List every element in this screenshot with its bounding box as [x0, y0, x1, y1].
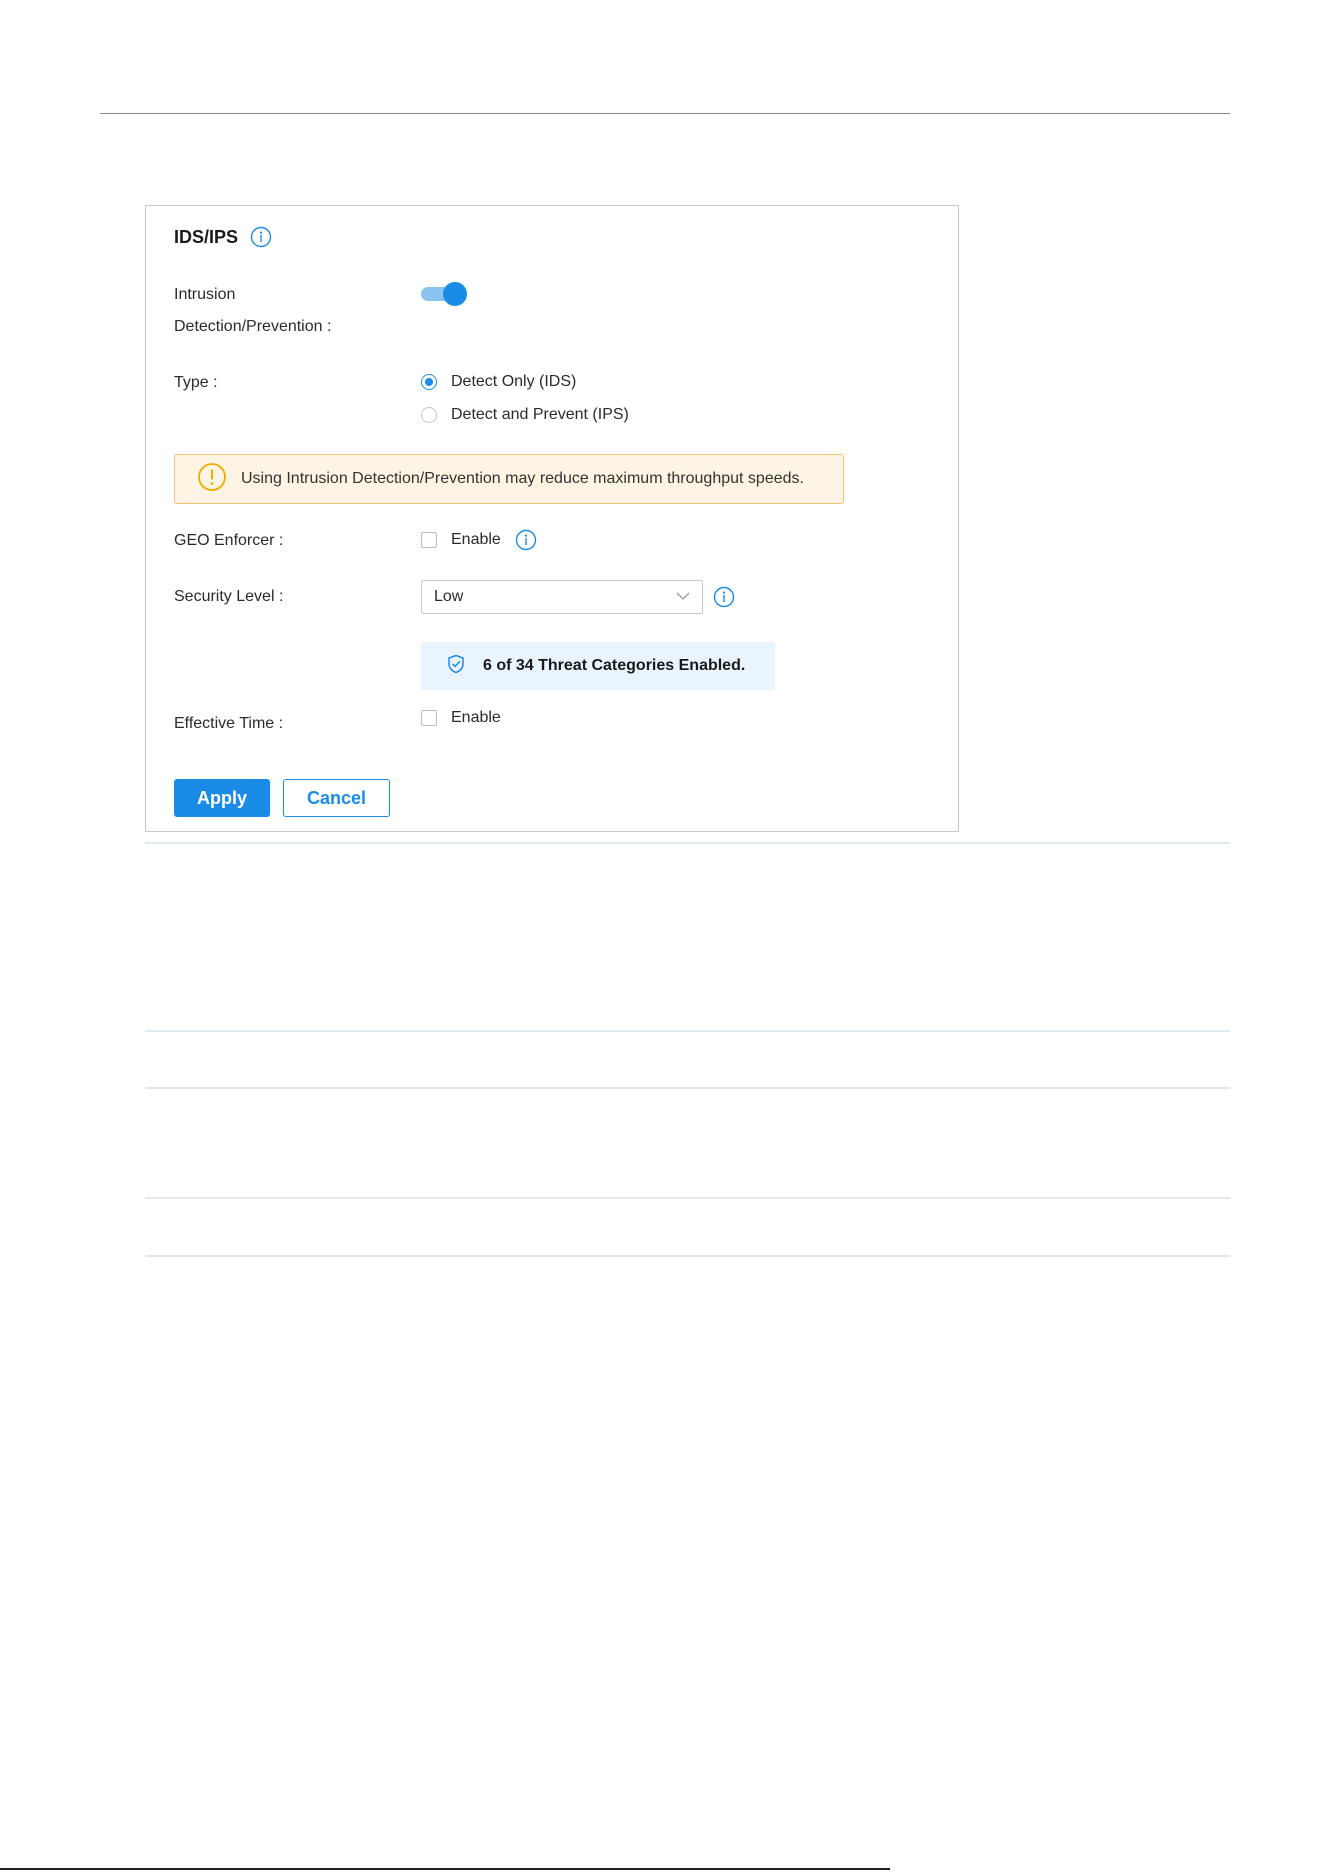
radio-ids[interactable]: [421, 374, 437, 390]
threat-summary-text: 6 of 34 Threat Categories Enabled.: [483, 657, 746, 674]
divider: [145, 1197, 1230, 1199]
security-level-select[interactable]: Low: [421, 580, 703, 614]
info-icon[interactable]: [713, 586, 735, 608]
intrusion-label-line1: Intrusion: [174, 286, 236, 303]
chevron-down-icon: [676, 588, 690, 606]
warning-text: Using Intrusion Detection/Prevention may…: [241, 470, 804, 487]
shield-check-icon: [447, 654, 465, 679]
security-level-value: Low: [434, 588, 464, 605]
panel-header: IDS/IPS: [174, 226, 272, 248]
top-divider: [100, 113, 1230, 114]
effective-time-checkbox[interactable]: [421, 710, 437, 726]
divider: [145, 842, 1230, 844]
divider: [145, 1255, 1230, 1257]
effective-time-enable-label: Enable: [451, 709, 501, 726]
effective-time-label: Effective Time :: [174, 715, 284, 732]
apply-button[interactable]: Apply: [174, 779, 270, 817]
type-option-ips[interactable]: Detect and Prevent (IPS): [421, 406, 629, 424]
geo-label: GEO Enforcer :: [174, 532, 284, 549]
geo-enable-checkbox[interactable]: [421, 532, 437, 548]
info-icon[interactable]: [250, 226, 272, 248]
threat-summary: 6 of 34 Threat Categories Enabled.: [421, 642, 775, 690]
bottom-divider: [0, 1868, 890, 1870]
geo-enable-label: Enable: [451, 531, 501, 548]
radio-ips[interactable]: [421, 407, 437, 423]
warning-icon: [197, 462, 227, 497]
type-option-ids-label: Detect Only (IDS): [451, 373, 577, 390]
type-option-ips-label: Detect and Prevent (IPS): [451, 406, 629, 423]
type-option-ids[interactable]: Detect Only (IDS): [421, 373, 576, 391]
effective-time-enable[interactable]: Enable: [421, 709, 501, 727]
type-label: Type :: [174, 374, 218, 391]
info-icon[interactable]: [515, 529, 537, 551]
geo-enable[interactable]: Enable: [421, 529, 537, 551]
ids-ips-panel: IDS/IPS Intrusion Detection/Prevention :…: [145, 205, 959, 832]
divider: [145, 1087, 1230, 1089]
security-level-label: Security Level :: [174, 588, 284, 605]
toggle-knob: [443, 282, 467, 306]
panel-title: IDS/IPS: [174, 226, 239, 247]
intrusion-toggle[interactable]: [421, 282, 467, 306]
cancel-button[interactable]: Cancel: [283, 779, 390, 817]
divider: [145, 1030, 1230, 1032]
throughput-warning: Using Intrusion Detection/Prevention may…: [174, 454, 844, 504]
intrusion-label-line2: Detection/Prevention :: [174, 318, 332, 335]
